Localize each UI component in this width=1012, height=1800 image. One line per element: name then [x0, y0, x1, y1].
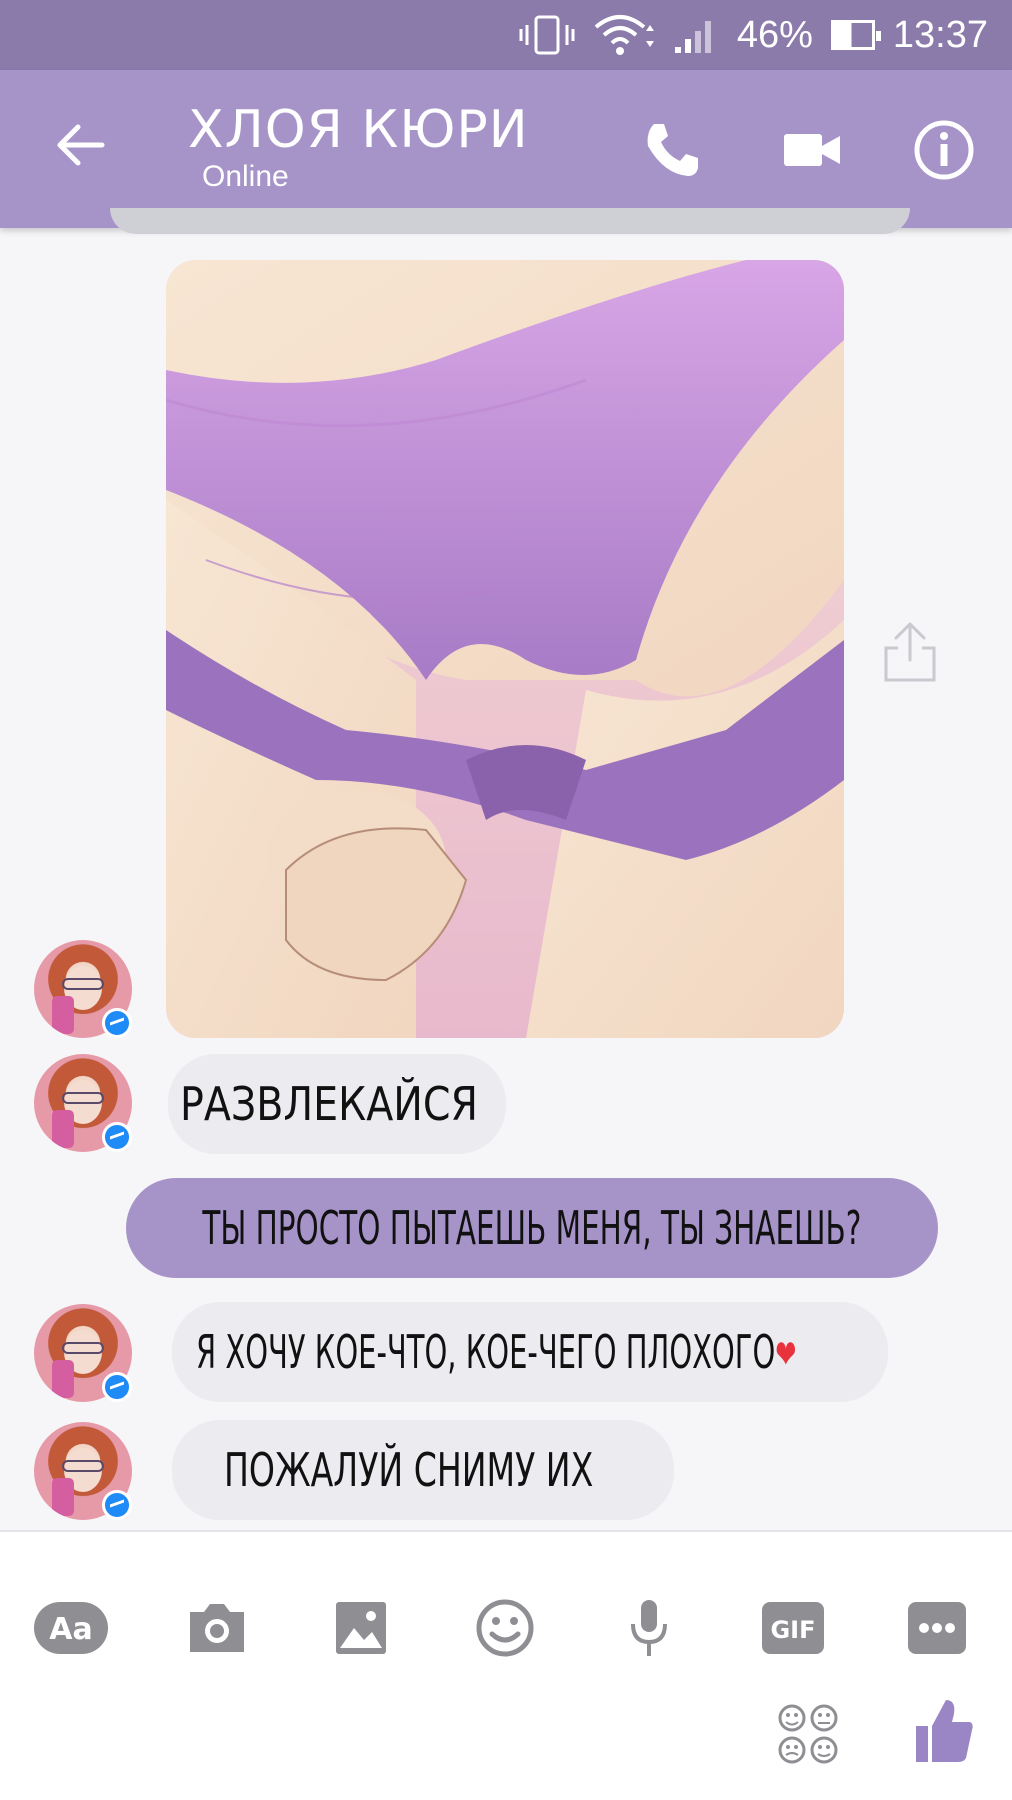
wifi-icon	[594, 15, 654, 55]
composer-toolbar: Aa GIF	[0, 1530, 1012, 1800]
video-call-icon[interactable]	[780, 118, 844, 182]
status-bar: 46% 13:37	[0, 0, 1012, 70]
clock: 13:37	[892, 13, 988, 56]
contact-name[interactable]: ХЛОЯ КЮРИ	[188, 100, 529, 160]
phone-icon[interactable]	[640, 118, 704, 182]
message-text: ТЫ ПРОСТО ПЫТАЕШЬ МЕНЯ, ТЫ ЗНАЕШЬ?	[202, 1201, 862, 1255]
share-icon[interactable]	[880, 618, 940, 684]
messenger-badge-icon	[102, 1372, 132, 1402]
message-text: РАЗВЛЕКАЙСЯ	[180, 1077, 479, 1131]
back-arrow-icon[interactable]	[50, 115, 110, 175]
messenger-chat-screen: 46% 13:37 ХЛОЯ КЮРИ Online РАЗВЛЕКАЙСЯ Т…	[0, 0, 1012, 1800]
more-icon[interactable]	[900, 1598, 974, 1658]
previous-message-edge	[110, 208, 910, 234]
microphone-icon[interactable]	[612, 1598, 686, 1658]
signal-icon	[674, 21, 711, 53]
text-icon[interactable]: Aa	[34, 1598, 108, 1658]
message-text: Я ХОЧУ КОЕ-ЧТО, КОЕ-ЧЕГО ПЛОХОГО	[196, 1325, 776, 1379]
text-button-label: Aa	[49, 1612, 92, 1647]
heart-emoji: ❤	[775, 1332, 797, 1378]
messenger-badge-icon	[102, 1122, 132, 1152]
message-text: ПОЖАЛУЙ СНИМУ ИХ	[224, 1443, 594, 1497]
gallery-icon[interactable]	[324, 1598, 398, 1658]
incoming-message-bubble[interactable]: ПОЖАЛУЙ СНИМУ ИХ	[172, 1420, 674, 1520]
incoming-message-bubble[interactable]: РАЗВЛЕКАЙСЯ	[168, 1054, 506, 1154]
status-icons: 46% 13:37	[519, 0, 1012, 70]
like-icon[interactable]	[912, 1696, 976, 1766]
emoji-icon[interactable]	[468, 1598, 542, 1658]
messenger-badge-icon	[102, 1490, 132, 1520]
gif-icon[interactable]: GIF	[756, 1598, 830, 1658]
gif-button-label: GIF	[770, 1616, 815, 1644]
info-icon[interactable]	[912, 118, 976, 182]
vibrate-icon	[519, 15, 575, 55]
outgoing-message-bubble[interactable]: ТЫ ПРОСТО ПЫТАЕШЬ МЕНЯ, ТЫ ЗНАЕШЬ?	[126, 1178, 938, 1278]
battery-percent: 46%	[736, 13, 813, 56]
incoming-message-bubble[interactable]: Я ХОЧУ КОЕ-ЧТО, КОЕ-ЧЕГО ПЛОХОГО❤	[172, 1302, 888, 1402]
contact-status: Online	[202, 160, 289, 193]
image-message[interactable]	[166, 260, 844, 1038]
battery-icon	[830, 20, 881, 50]
messenger-badge-icon	[102, 1008, 132, 1038]
stickers-icon[interactable]	[776, 1702, 840, 1766]
camera-icon[interactable]	[180, 1598, 254, 1658]
chat-header: ХЛОЯ КЮРИ Online	[0, 70, 1012, 228]
